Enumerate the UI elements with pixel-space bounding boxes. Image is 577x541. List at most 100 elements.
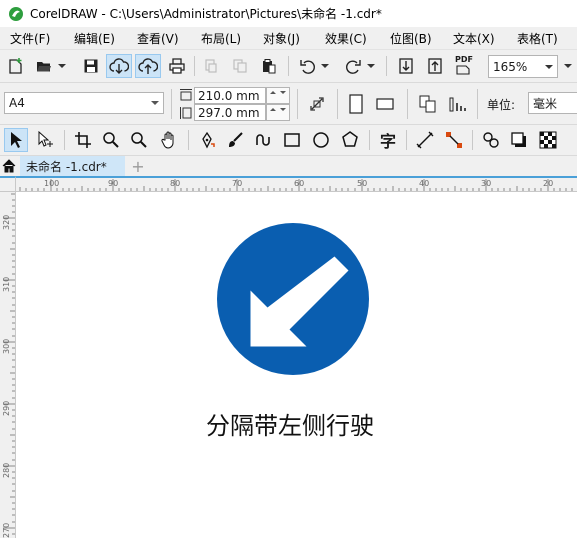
zoom-tool-button[interactable] — [99, 128, 123, 152]
vertical-ruler[interactable]: 320 310 300 290 280 270 — [0, 192, 16, 538]
horizontal-ruler[interactable]: 100 90 80 70 60 50 40 30 20 — [16, 176, 577, 192]
pdf-document-icon — [456, 65, 470, 75]
new-document-button[interactable] — [5, 56, 27, 76]
ruler-tick-label: 270 — [2, 522, 11, 538]
open-button[interactable] — [33, 56, 55, 76]
drawing-canvas[interactable]: 分隔带左侧行驶 — [17, 193, 577, 538]
menu-file[interactable]: 文件(F) — [10, 30, 50, 47]
connector-tool-button[interactable] — [442, 128, 466, 152]
new-tab-button[interactable]: + — [130, 157, 146, 176]
dimension-line-icon — [416, 131, 434, 149]
undo-button[interactable] — [297, 56, 319, 76]
new-document-icon — [9, 58, 22, 74]
menu-view[interactable]: 查看(V) — [137, 30, 179, 47]
polygon-tool-button[interactable] — [338, 128, 362, 152]
cloud-import-button[interactable] — [106, 54, 132, 78]
chevron-down-icon — [564, 64, 572, 68]
page-size-dropdown-arrow[interactable] — [147, 93, 163, 113]
crop-tool-button[interactable] — [71, 128, 95, 152]
redo-button[interactable] — [342, 56, 364, 76]
menu-text[interactable]: 文本(X) — [453, 30, 495, 47]
redo-dropdown[interactable] — [366, 60, 376, 72]
open-dropdown[interactable] — [57, 60, 67, 72]
menu-object[interactable]: 对象(J) — [263, 30, 300, 47]
document-tab-active[interactable]: 未命名 -1.cdr* — [20, 156, 125, 176]
ellipse-tool-button[interactable] — [309, 128, 333, 152]
undo-dropdown[interactable] — [320, 60, 330, 72]
publish-pdf-button[interactable]: PDF — [452, 55, 476, 77]
cloud-download-icon — [109, 58, 129, 74]
menu-effects[interactable]: 效果(C) — [325, 30, 367, 47]
page-height-field[interactable]: 297.0 mm — [194, 104, 266, 121]
export-button[interactable] — [424, 56, 446, 76]
freehand-tool-button[interactable] — [195, 128, 219, 152]
spinner-arrows-icon — [270, 90, 286, 94]
menu-bar: 文件(F) 编辑(E) 查看(V) 布局(L) 对象(J) 效果(C) 位图(B… — [0, 27, 577, 49]
printer-icon — [169, 58, 185, 74]
pdf-label: PDF — [455, 55, 473, 64]
page-height-spinner[interactable] — [266, 104, 290, 121]
ruler-tick-label: 30 — [481, 179, 492, 188]
checkerboard-icon — [539, 131, 557, 149]
page-size-combo[interactable]: A4 — [4, 92, 164, 114]
zoom-out-tool-button[interactable] — [127, 128, 151, 152]
ruler-tick-label: 70 — [232, 179, 243, 188]
shape-tool-button[interactable] — [33, 128, 59, 152]
drop-shadow-tool-button[interactable] — [507, 128, 531, 152]
chevron-down-icon — [545, 64, 553, 69]
current-page-button[interactable] — [444, 92, 470, 116]
menu-edit[interactable]: 编辑(E) — [74, 30, 115, 47]
page-width-icon — [180, 89, 192, 101]
home-button[interactable] — [1, 158, 17, 174]
smart-drawing-tool-button[interactable] — [251, 128, 275, 152]
ruler-tick-label: 280 — [2, 462, 11, 478]
zoom-level-value: 165% — [493, 59, 528, 74]
page-settings-button[interactable] — [305, 93, 329, 115]
units-value: 毫米 — [533, 96, 558, 111]
undo-icon — [300, 60, 315, 74]
ruler-tick-label: 90 — [108, 179, 119, 188]
pick-tool-button[interactable] — [4, 128, 28, 152]
keep-left-sign[interactable] — [217, 223, 369, 375]
shape-tool-icon — [38, 131, 53, 147]
ruler-tick-label: 40 — [419, 179, 430, 188]
print-button[interactable] — [166, 56, 188, 76]
save-button[interactable] — [80, 56, 102, 76]
text-tool-button[interactable]: 字 — [376, 128, 400, 152]
portrait-button[interactable] — [344, 91, 368, 117]
ruler-origin[interactable] — [0, 176, 16, 192]
page-width-field[interactable]: 210.0 mm — [194, 87, 266, 104]
menu-layout[interactable]: 布局(L) — [201, 30, 241, 47]
sign-caption[interactable]: 分隔带左侧行驶 — [17, 406, 563, 441]
document-tab-strip: 未命名 -1.cdr* + — [0, 155, 577, 176]
pan-tool-button[interactable] — [157, 128, 181, 152]
home-icon — [2, 159, 16, 173]
artistic-media-tool-button[interactable] — [223, 128, 247, 152]
page-width-spinner[interactable] — [266, 87, 290, 104]
landscape-button[interactable] — [372, 91, 398, 117]
menu-table[interactable]: 表格(T) — [517, 30, 558, 47]
all-pages-button[interactable] — [416, 92, 440, 116]
import-button[interactable] — [395, 56, 417, 76]
rectangle-tool-button[interactable] — [280, 128, 304, 152]
transparency-tool-button[interactable] — [536, 128, 560, 152]
zoom-dropdown-arrow[interactable] — [541, 56, 557, 77]
cloud-export-button[interactable] — [135, 54, 161, 78]
ruler-tick-label: 80 — [170, 179, 181, 188]
toolbar-separator — [369, 130, 370, 150]
page-height-icon — [180, 107, 192, 119]
ruler-tick-label: 300 — [2, 338, 11, 354]
page-settings-icon — [310, 97, 324, 111]
copy-icon — [233, 59, 247, 73]
units-combo[interactable]: 毫米 — [528, 92, 577, 114]
blend-icon — [483, 132, 499, 148]
menu-bitmaps[interactable]: 位图(B) — [390, 30, 432, 47]
zoom-level-combo[interactable]: 165% — [488, 55, 558, 78]
cut-button[interactable] — [200, 56, 222, 76]
copy-button[interactable] — [229, 56, 251, 76]
paste-button[interactable] — [258, 56, 280, 76]
toolbar-overflow-button[interactable] — [560, 56, 576, 76]
blend-tool-button[interactable] — [479, 128, 503, 152]
parallel-dimension-tool-button[interactable] — [413, 128, 437, 152]
redo-icon — [346, 60, 361, 74]
